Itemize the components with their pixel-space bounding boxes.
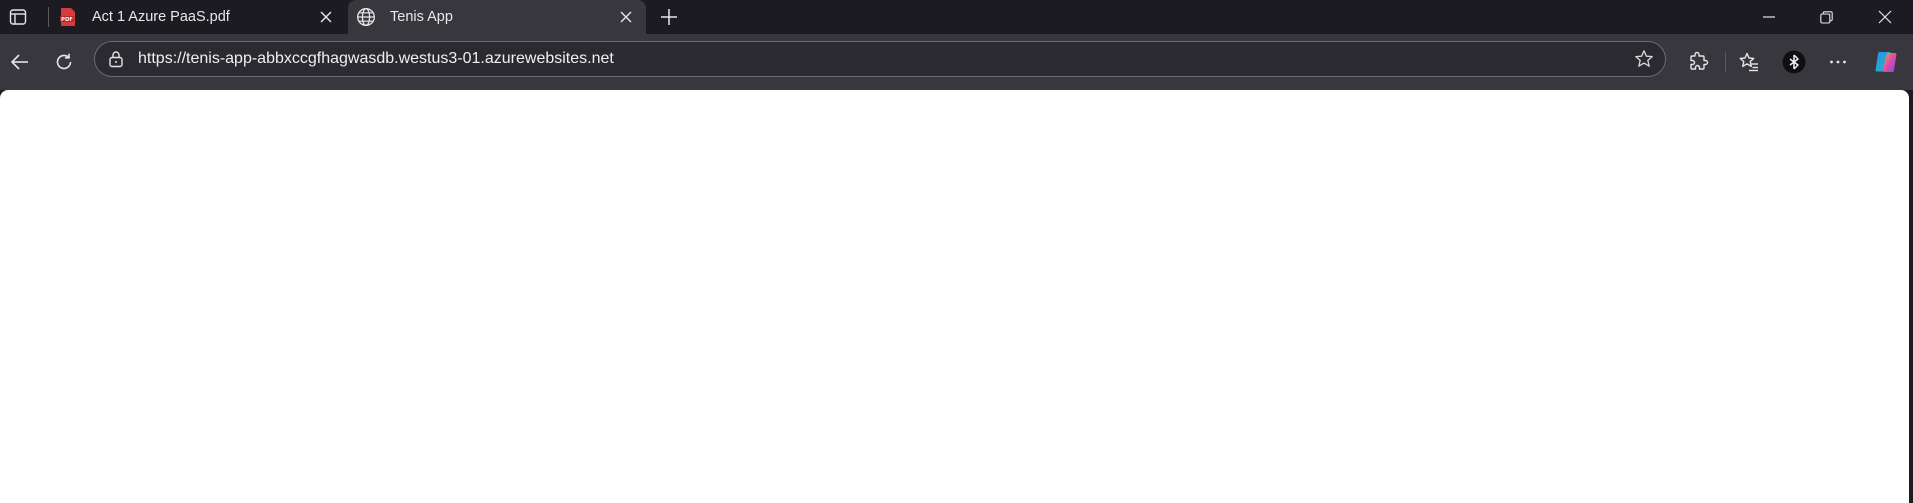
minimize-button[interactable]: [1746, 0, 1792, 34]
bluesky-extension-button[interactable]: [1776, 44, 1812, 80]
tab-pdf[interactable]: PDF Act 1 Azure PaaS.pdf: [50, 0, 346, 34]
page-content: [0, 90, 1909, 503]
close-icon: [620, 11, 632, 23]
close-icon: [320, 11, 332, 23]
browser-window: PDF Act 1 Azure PaaS.pdf Tenis App https…: [0, 0, 1913, 503]
pdf-icon: PDF: [58, 7, 78, 27]
extensions-icon: [1690, 51, 1709, 70]
toolbar-divider: [1725, 52, 1726, 72]
tab-close-button[interactable]: [614, 5, 638, 29]
close-window-button[interactable]: [1862, 0, 1908, 34]
back-button[interactable]: [2, 44, 38, 80]
copilot-button[interactable]: [1869, 44, 1905, 80]
minimize-icon: [1763, 16, 1775, 18]
address-bar[interactable]: https://tenis-app-abbxccgfhagwasdb.westu…: [94, 41, 1666, 77]
back-arrow-icon: [10, 54, 28, 70]
close-icon: [1878, 10, 1892, 24]
copilot-icon: [1875, 51, 1897, 72]
url-text[interactable]: https://tenis-app-abbxccgfhagwasdb.westu…: [138, 50, 1629, 68]
plus-icon: [661, 9, 677, 25]
reload-icon: [56, 53, 72, 70]
star-icon[interactable]: [1629, 44, 1659, 74]
tab-actions-button[interactable]: [2, 2, 34, 32]
tab-title: Tenis App: [390, 9, 453, 25]
favorites-button[interactable]: [1731, 44, 1767, 80]
svg-text:PDF: PDF: [61, 17, 73, 23]
tab-close-button[interactable]: [314, 5, 338, 29]
restore-button[interactable]: [1803, 0, 1849, 34]
sidebar-panel-icon: [9, 8, 27, 26]
extensions-button[interactable]: [1680, 44, 1716, 80]
bluesky-icon: [1781, 49, 1807, 75]
navigation-toolbar: https://tenis-app-abbxccgfhagwasdb.westu…: [0, 34, 1913, 90]
new-tab-button[interactable]: [654, 2, 684, 32]
restore-icon: [1819, 10, 1833, 24]
tab-tenis-app[interactable]: Tenis App: [348, 0, 646, 34]
tab-separator: [48, 7, 49, 27]
reload-button[interactable]: [46, 44, 82, 80]
tab-strip: PDF Act 1 Azure PaaS.pdf Tenis App: [0, 0, 1913, 34]
globe-icon: [356, 7, 376, 27]
favorites-icon: [1739, 52, 1758, 72]
tab-title: Act 1 Azure PaaS.pdf: [92, 9, 230, 25]
lock-icon[interactable]: [106, 49, 126, 69]
more-icon: [1830, 60, 1846, 64]
more-button[interactable]: [1820, 44, 1856, 80]
